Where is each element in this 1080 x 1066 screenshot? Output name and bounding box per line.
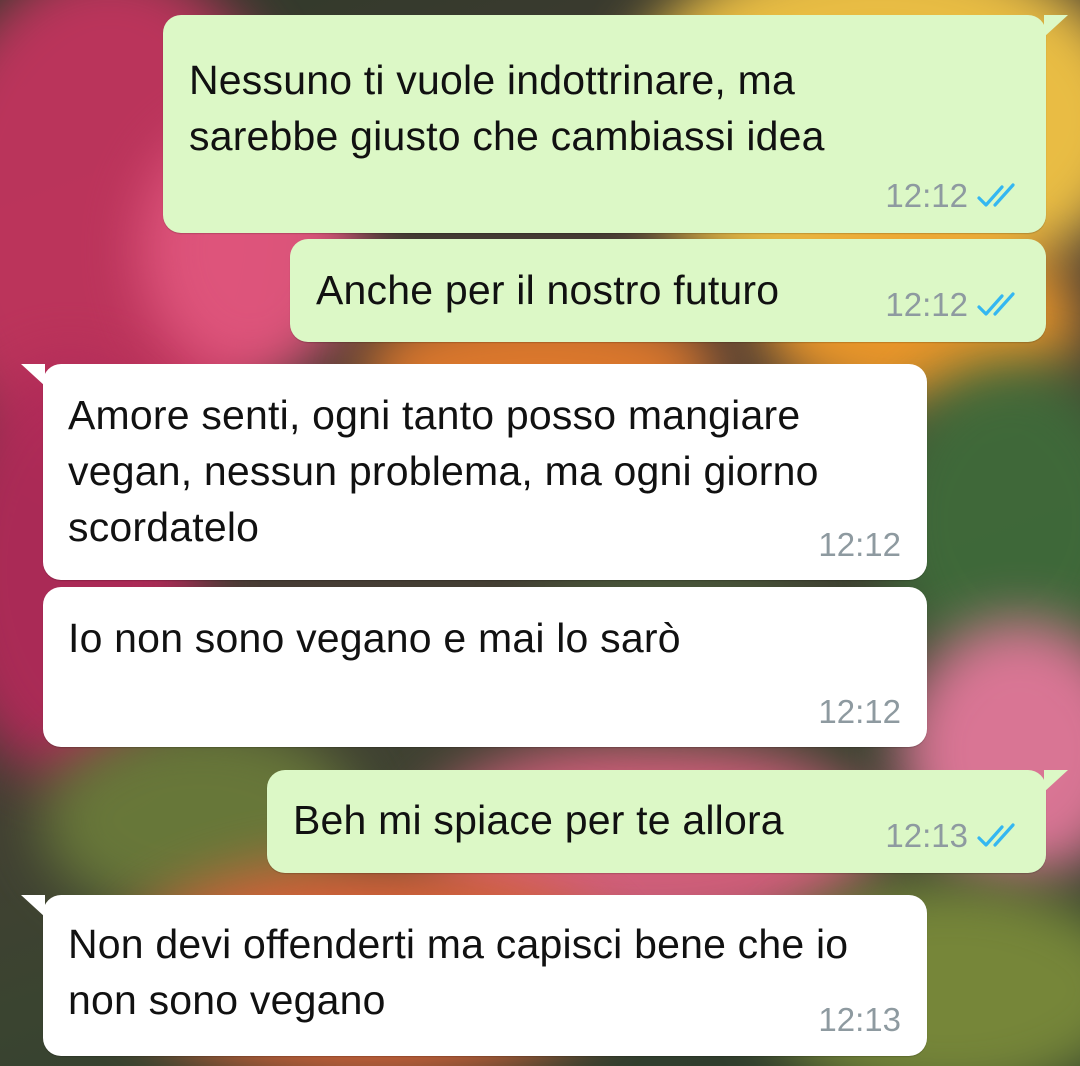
double-check-icon <box>977 183 1015 207</box>
message-text: Io non sono vegano e mai lo sarò <box>68 615 681 661</box>
double-check-icon <box>977 823 1015 847</box>
message-meta: 12:12 <box>818 527 901 563</box>
double-check-icon <box>977 292 1015 316</box>
message-bubble-outgoing[interactable]: Nessuno ti vuole indottrinare, ma sarebb… <box>163 15 1068 233</box>
message-time: 12:12 <box>818 526 901 563</box>
message-text: Non devi offenderti ma capisci bene che … <box>68 921 849 1023</box>
message-time: 12:12 <box>885 177 968 214</box>
message-time: 12:13 <box>885 817 968 854</box>
message-time: 12:12 <box>818 693 901 730</box>
message-meta: 12:12 <box>818 694 901 730</box>
message-bubble-incoming[interactable]: Io non sono vegano e mai lo sarò 12:12 <box>43 587 927 747</box>
message-text: Anche per il nostro futuro <box>316 267 780 313</box>
message-meta: 12:12 <box>885 287 1022 323</box>
message-meta: 12:12 <box>885 178 1022 214</box>
message-meta: 12:13 <box>818 1002 901 1038</box>
message-text: Amore senti, ogni tanto posso mangiare v… <box>68 392 819 550</box>
message-bubble-incoming[interactable]: Amore senti, ogni tanto posso mangiare v… <box>21 364 927 580</box>
message-time: 12:13 <box>818 1001 901 1038</box>
message-bubble-outgoing[interactable]: Beh mi spiace per te allora 12:13 <box>267 770 1068 873</box>
message-text: Beh mi spiace per te allora <box>293 797 784 843</box>
message-meta: 12:13 <box>885 818 1022 854</box>
message-bubble-outgoing[interactable]: Anche per il nostro futuro 12:12 <box>290 239 1046 342</box>
message-time: 12:12 <box>885 286 968 323</box>
message-bubble-incoming[interactable]: Non devi offenderti ma capisci bene che … <box>21 895 927 1056</box>
message-text: Nessuno ti vuole indottrinare, ma sarebb… <box>189 57 825 159</box>
